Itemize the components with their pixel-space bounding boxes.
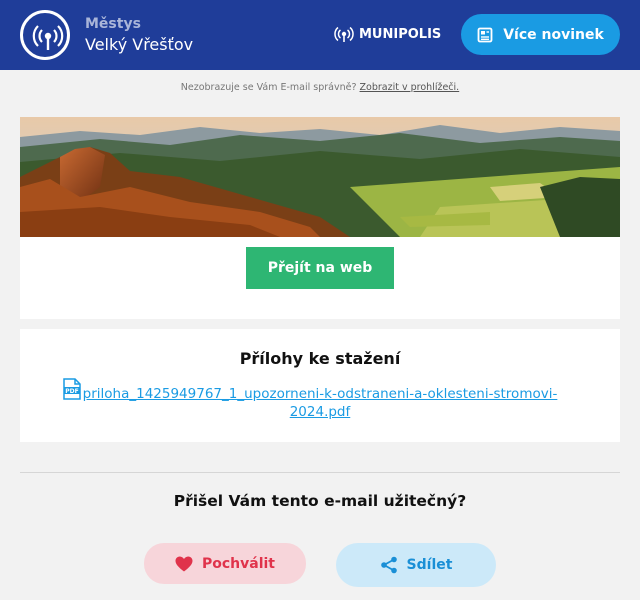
feedback-question: Přišel Vám tento e-mail užitečný?	[173, 492, 467, 510]
email-header: Městys Velký Vřešťov MUNIPOLIS Více novi…	[0, 0, 640, 70]
more-news-label: Více novinek	[503, 26, 604, 43]
brand-label: MUNIPOLIS	[359, 26, 442, 42]
heart-icon	[175, 556, 193, 571]
hero-card: Přejít na web	[20, 117, 620, 319]
browser-notice: Nezobrazuje se Vám E-mail správně? Zobra…	[0, 82, 640, 93]
broadcast-antenna-icon	[32, 25, 64, 50]
praise-button[interactable]: Pochválit	[144, 543, 306, 584]
newspaper-icon	[477, 27, 493, 42]
share-button[interactable]: Sdílet	[336, 543, 496, 587]
attachment-file-link[interactable]: priloha_1425949767_1_upozorneni-k-odstra…	[80, 385, 560, 421]
town-type: Městys	[85, 16, 141, 32]
munipolis-brand[interactable]: MUNIPOLIS	[334, 24, 441, 44]
notice-text: Nezobrazuje se Vám E-mail správně?	[180, 82, 357, 93]
landscape-banner-image	[20, 117, 620, 237]
view-in-browser-link[interactable]: Zobrazit v prohlížeči.	[360, 82, 460, 93]
svg-text:PDF: PDF	[65, 388, 78, 395]
more-news-button[interactable]: Více novinek	[461, 14, 620, 55]
attachments-card: Přílohy ke stažení PDF priloha_142594976…	[20, 329, 620, 442]
share-label: Sdílet	[406, 557, 453, 573]
attachments-title: Přílohy ke stažení	[239, 349, 401, 368]
go-to-web-button[interactable]: Přejít na web	[246, 247, 394, 289]
praise-label: Pochválit	[201, 555, 275, 572]
share-icon	[380, 556, 397, 574]
section-divider	[20, 472, 620, 473]
broadcast-icon	[334, 26, 354, 42]
town-name: Velký Vřešťov	[85, 35, 194, 54]
pdf-file-icon: PDF	[63, 378, 81, 400]
town-logo[interactable]	[20, 10, 70, 60]
